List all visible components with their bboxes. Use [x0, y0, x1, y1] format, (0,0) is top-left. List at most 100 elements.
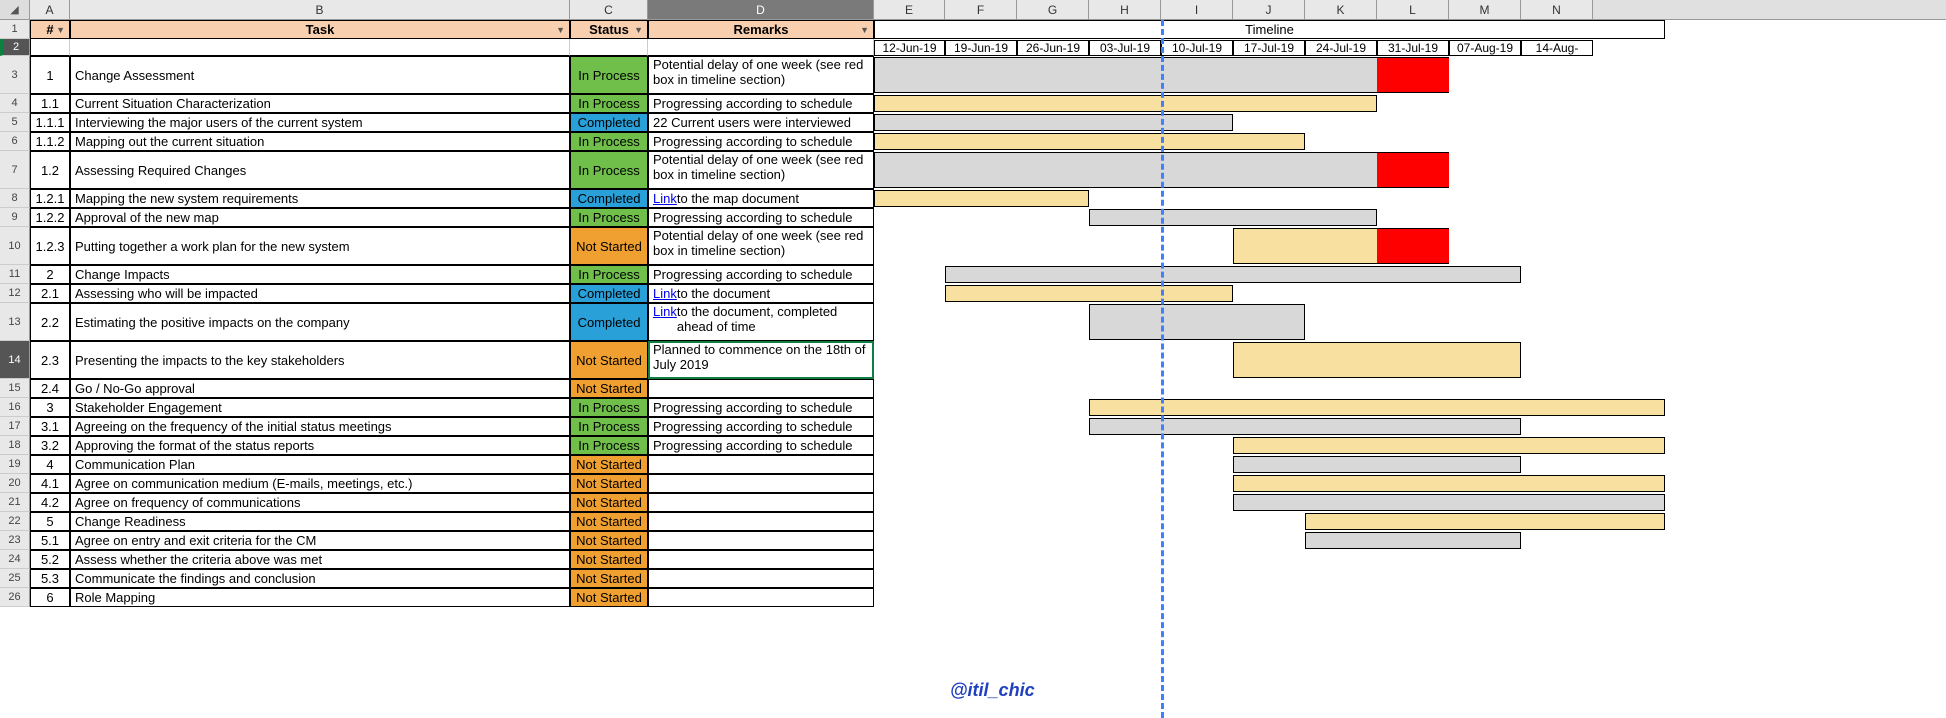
row-hdr-3[interactable]: 3	[0, 56, 30, 94]
row-hdr-24[interactable]: 24	[0, 550, 30, 569]
cell-remarks[interactable]: Potential delay of one week (see red box…	[648, 56, 874, 94]
cell-status[interactable]: Completed	[570, 189, 648, 208]
header-remarks[interactable]: Remarks	[648, 20, 874, 39]
cell-num[interactable]: 2	[30, 265, 70, 284]
cell-remarks[interactable]: Progressing according to schedule	[648, 132, 874, 151]
cell-remarks[interactable]: Link to the document	[648, 284, 874, 303]
row-hdr-10[interactable]: 10	[0, 227, 30, 265]
header-num[interactable]: #	[30, 20, 70, 39]
col-H[interactable]: H	[1089, 0, 1161, 19]
cell-remarks[interactable]	[648, 588, 874, 607]
cell-task[interactable]: Role Mapping	[70, 588, 570, 607]
cell-task[interactable]: Agreeing on the frequency of the initial…	[70, 417, 570, 436]
cell-C2[interactable]	[570, 39, 648, 56]
row-hdr-21[interactable]: 21	[0, 493, 30, 512]
cell-task[interactable]: Change Readiness	[70, 512, 570, 531]
cell-status[interactable]: Completed	[570, 113, 648, 132]
col-G[interactable]: G	[1017, 0, 1089, 19]
row-hdr-6[interactable]: 6	[0, 132, 30, 151]
row-hdr-13[interactable]: 13	[0, 303, 30, 341]
cell-status[interactable]: Not Started	[570, 512, 648, 531]
cell-task[interactable]: Interviewing the major users of the curr…	[70, 113, 570, 132]
cell-status[interactable]: In Process	[570, 151, 648, 189]
col-C[interactable]: C	[570, 0, 648, 19]
cell-status[interactable]: In Process	[570, 132, 648, 151]
cell-status[interactable]: Not Started	[570, 474, 648, 493]
col-L[interactable]: L	[1377, 0, 1449, 19]
cell-remarks[interactable]: Progressing according to schedule	[648, 436, 874, 455]
cell-num[interactable]: 2.1	[30, 284, 70, 303]
cell-num[interactable]: 1.1.2	[30, 132, 70, 151]
cell-task[interactable]: Approval of the new map	[70, 208, 570, 227]
cell-task[interactable]: Agree on communication medium (E-mails, …	[70, 474, 570, 493]
row-hdr-11[interactable]: 11	[0, 265, 30, 284]
cell-num[interactable]: 5.2	[30, 550, 70, 569]
cell-task[interactable]: Assessing Required Changes	[70, 151, 570, 189]
cell-num[interactable]: 4.1	[30, 474, 70, 493]
col-F[interactable]: F	[945, 0, 1017, 19]
cell-status[interactable]: Not Started	[570, 227, 648, 265]
header-status[interactable]: Status	[570, 20, 648, 39]
col-I[interactable]: I	[1161, 0, 1233, 19]
cell-status[interactable]: In Process	[570, 417, 648, 436]
cell-num[interactable]: 1.1.1	[30, 113, 70, 132]
row-hdr-8[interactable]: 8	[0, 189, 30, 208]
date-col-2[interactable]: 26-Jun-19	[1017, 40, 1089, 56]
header-task[interactable]: Task	[70, 20, 570, 39]
cell-task[interactable]: Communication Plan	[70, 455, 570, 474]
col-N[interactable]: N	[1521, 0, 1593, 19]
date-col-6[interactable]: 24-Jul-19	[1305, 40, 1377, 56]
cell-remarks[interactable]	[648, 379, 874, 398]
cell-status[interactable]: Not Started	[570, 379, 648, 398]
cell-num[interactable]: 1.2.3	[30, 227, 70, 265]
cell-num[interactable]: 1	[30, 56, 70, 94]
remarks-link[interactable]: Link	[653, 305, 677, 320]
cell-num[interactable]: 3.2	[30, 436, 70, 455]
col-B[interactable]: B	[70, 0, 570, 19]
cell-D2[interactable]	[648, 39, 874, 56]
cell-task[interactable]: Mapping out the current situation	[70, 132, 570, 151]
cell-remarks[interactable]: Link to the document, completed ahead of…	[648, 303, 874, 341]
row-hdr-9[interactable]: 9	[0, 208, 30, 227]
cell-remarks[interactable]	[648, 531, 874, 550]
cell-status[interactable]: In Process	[570, 94, 648, 113]
cell-status[interactable]: Not Started	[570, 588, 648, 607]
cell-num[interactable]: 2.3	[30, 341, 70, 379]
cell-task[interactable]: Assessing who will be impacted	[70, 284, 570, 303]
col-A[interactable]: A	[30, 0, 70, 19]
cell-task[interactable]: Agree on entry and exit criteria for the…	[70, 531, 570, 550]
row-hdr-7[interactable]: 7	[0, 151, 30, 189]
col-J[interactable]: J	[1233, 0, 1305, 19]
col-E[interactable]: E	[874, 0, 945, 19]
cell-status[interactable]: Not Started	[570, 550, 648, 569]
date-col-4[interactable]: 10-Jul-19	[1161, 40, 1233, 56]
cell-remarks[interactable]	[648, 512, 874, 531]
cell-num[interactable]: 1.2.2	[30, 208, 70, 227]
cell-remarks[interactable]: Potential delay of one week (see red box…	[648, 227, 874, 265]
col-D[interactable]: D	[648, 0, 874, 19]
cell-task[interactable]: Estimating the positive impacts on the c…	[70, 303, 570, 341]
cell-num[interactable]: 3.1	[30, 417, 70, 436]
cell-status[interactable]: Completed	[570, 303, 648, 341]
row-hdr-1[interactable]: 1	[0, 20, 30, 39]
cell-remarks[interactable]: Progressing according to schedule	[648, 208, 874, 227]
cell-task[interactable]: Approving the format of the status repor…	[70, 436, 570, 455]
cell-remarks[interactable]	[648, 550, 874, 569]
cell-remarks[interactable]: Potential delay of one week (see red box…	[648, 151, 874, 189]
row-hdr-2[interactable]: 2	[0, 39, 30, 56]
cell-num[interactable]: 2.4	[30, 379, 70, 398]
cell-status[interactable]: Not Started	[570, 455, 648, 474]
cell-num[interactable]: 4	[30, 455, 70, 474]
cell-status[interactable]: In Process	[570, 436, 648, 455]
cell-task[interactable]: Go / No-Go approval	[70, 379, 570, 398]
cell-status[interactable]: Not Started	[570, 493, 648, 512]
cell-task[interactable]: Agree on frequency of communications	[70, 493, 570, 512]
cell-status[interactable]: In Process	[570, 56, 648, 94]
row-hdr-19[interactable]: 19	[0, 455, 30, 474]
row-hdr-23[interactable]: 23	[0, 531, 30, 550]
cell-task[interactable]: Change Impacts	[70, 265, 570, 284]
cell-remarks[interactable]: 22 Current users were interviewed	[648, 113, 874, 132]
cell-num[interactable]: 5	[30, 512, 70, 531]
cell-task[interactable]: Communicate the findings and conclusion	[70, 569, 570, 588]
cell-status[interactable]: Completed	[570, 284, 648, 303]
